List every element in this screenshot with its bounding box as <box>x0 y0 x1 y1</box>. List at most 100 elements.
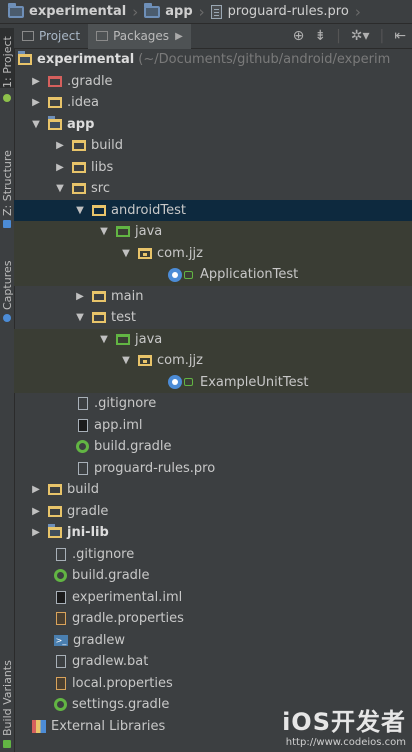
more-tabs-icon[interactable]: ▶ <box>175 31 183 42</box>
expand-arrow-icon[interactable]: ▶ <box>30 76 42 87</box>
gradle-icon <box>76 440 89 454</box>
collapse-arrow-icon[interactable]: ▼ <box>74 312 86 323</box>
chevron-right-icon: › <box>198 2 205 21</box>
breadcrumb-project[interactable]: experimental <box>4 0 130 24</box>
tree-item-gradle-properties[interactable]: gradle.properties <box>14 608 412 630</box>
tab-build-variants[interactable]: Build Variants <box>0 654 14 736</box>
iml-file-icon <box>78 418 88 432</box>
tool-window-strip: 1: Project Z: Structure Captures Build V… <box>0 24 15 752</box>
tree-item-test[interactable]: ▼ test <box>14 307 412 329</box>
folder-icon <box>72 161 86 173</box>
expand-arrow-icon[interactable]: ▶ <box>30 97 42 108</box>
tree-item-gradle-dir[interactable]: ▶ .gradle <box>14 71 412 93</box>
tree-item-applicationtest[interactable]: ApplicationTest <box>14 264 412 286</box>
tree-item-experimental-iml[interactable]: experimental.iml <box>14 587 412 609</box>
settings-gear-icon[interactable]: ✲▾ <box>351 28 370 44</box>
module-folder-icon <box>48 115 62 130</box>
test-source-folder-icon <box>116 226 130 238</box>
breadcrumb: experimental › app › proguard-rules.pro … <box>0 0 412 24</box>
text-file-icon <box>56 655 66 669</box>
breadcrumb-file[interactable]: proguard-rules.pro <box>207 0 353 24</box>
gradle-icon <box>54 569 67 583</box>
expand-arrow-icon[interactable]: ▶ <box>30 506 42 517</box>
tree-item-test-java[interactable]: ▼ java <box>14 328 412 350</box>
text-file-icon <box>78 461 88 475</box>
properties-file-icon <box>56 676 66 690</box>
captures-icon <box>3 314 11 322</box>
junit-class-icon <box>168 375 182 390</box>
tree-item-app-gitignore[interactable]: .gitignore <box>14 393 412 415</box>
chevron-right-icon: › <box>132 2 139 21</box>
structure-icon <box>3 220 11 228</box>
tree-item-androidtest-java[interactable]: ▼ java <box>14 221 412 243</box>
packages-view-icon <box>96 31 109 41</box>
tab-project-view[interactable]: Project <box>14 24 88 49</box>
toolbar-divider: | <box>336 28 341 44</box>
package-icon <box>138 355 152 367</box>
collapse-all-icon[interactable]: ⇟ <box>314 28 326 44</box>
folder-icon <box>92 204 106 216</box>
tree-item-proguard-rules[interactable]: proguard-rules.pro <box>14 458 412 480</box>
tab-structure[interactable]: Z: Structure <box>0 134 14 216</box>
tree-item-test-package[interactable]: ▼ com.jjz <box>14 350 412 372</box>
folder-icon <box>48 97 62 109</box>
android-icon <box>3 94 11 102</box>
properties-file-icon <box>56 612 66 626</box>
project-view-icon <box>22 31 34 41</box>
tree-item-src[interactable]: ▼ src <box>14 178 412 200</box>
tree-item-app[interactable]: ▼ app <box>14 114 412 136</box>
tree-item-idea[interactable]: ▶ .idea <box>14 92 412 114</box>
gradle-icon <box>54 698 67 712</box>
locate-icon[interactable]: ⊕ <box>293 28 305 44</box>
tree-item-app-build-gradle[interactable]: build.gradle <box>14 436 412 458</box>
breadcrumb-module[interactable]: app <box>140 0 196 24</box>
tree-item-jni-lib[interactable]: ▶ jni-lib <box>14 522 412 544</box>
module-icon <box>8 2 24 18</box>
tree-item-androidtest[interactable]: ▼ androidTest <box>14 199 412 221</box>
tree-item-root-build-gradle[interactable]: build.gradle <box>14 565 412 587</box>
text-file-icon <box>78 397 88 411</box>
tree-item-root-gitignore[interactable]: .gitignore <box>14 544 412 566</box>
file-icon <box>210 4 222 19</box>
lock-icon <box>184 270 193 279</box>
shell-script-icon: >_ <box>54 634 68 646</box>
collapse-arrow-icon[interactable]: ▼ <box>120 248 132 259</box>
module-folder-icon <box>18 51 32 66</box>
tree-item-gradlew-bat[interactable]: gradlew.bat <box>14 651 412 673</box>
build-variants-icon <box>3 740 11 748</box>
folder-icon <box>48 75 62 87</box>
tree-item-libs[interactable]: ▶ libs <box>14 157 412 179</box>
tree-item-androidtest-package[interactable]: ▼ com.jjz <box>14 242 412 264</box>
tab-packages-view[interactable]: Packages ▶ <box>88 23 191 49</box>
collapse-arrow-icon[interactable]: ▼ <box>54 183 66 194</box>
collapse-arrow-icon[interactable]: ▼ <box>74 205 86 216</box>
lock-icon <box>184 378 193 387</box>
folder-icon <box>48 484 62 496</box>
expand-arrow-icon[interactable]: ▶ <box>74 291 86 302</box>
text-file-icon <box>56 547 66 561</box>
tree-item-local-properties[interactable]: local.properties <box>14 673 412 695</box>
tree-item-root-build[interactable]: ▶ build <box>14 479 412 501</box>
hide-panel-icon[interactable]: ⇤ <box>394 28 406 44</box>
expand-arrow-icon[interactable]: ▶ <box>54 140 66 151</box>
expand-arrow-icon[interactable]: ▶ <box>54 162 66 173</box>
iml-file-icon <box>56 590 66 604</box>
tree-item-root-gradle[interactable]: ▶ gradle <box>14 501 412 523</box>
collapse-arrow-icon[interactable]: ▼ <box>30 119 42 130</box>
collapse-arrow-icon[interactable]: ▼ <box>98 226 110 237</box>
tree-item-main[interactable]: ▶ main <box>14 286 412 308</box>
tab-project[interactable]: 1: Project <box>0 28 14 88</box>
tree-root[interactable]: experimental (~/Documents/github/android… <box>14 49 412 71</box>
tab-captures[interactable]: Captures <box>0 250 14 310</box>
collapse-arrow-icon[interactable]: ▼ <box>98 334 110 345</box>
toolbar-divider: | <box>379 28 385 44</box>
tree-item-gradlew[interactable]: >_ gradlew <box>14 630 412 652</box>
tree-item-app-iml[interactable]: app.iml <box>14 415 412 437</box>
folder-icon <box>92 290 106 302</box>
expand-arrow-icon[interactable]: ▶ <box>30 527 42 538</box>
tree-item-exampleunittest[interactable]: ExampleUnitTest <box>14 371 412 393</box>
expand-arrow-icon[interactable]: ▶ <box>30 484 42 495</box>
folder-icon <box>72 140 86 152</box>
collapse-arrow-icon[interactable]: ▼ <box>120 355 132 366</box>
tree-item-app-build[interactable]: ▶ build <box>14 135 412 157</box>
